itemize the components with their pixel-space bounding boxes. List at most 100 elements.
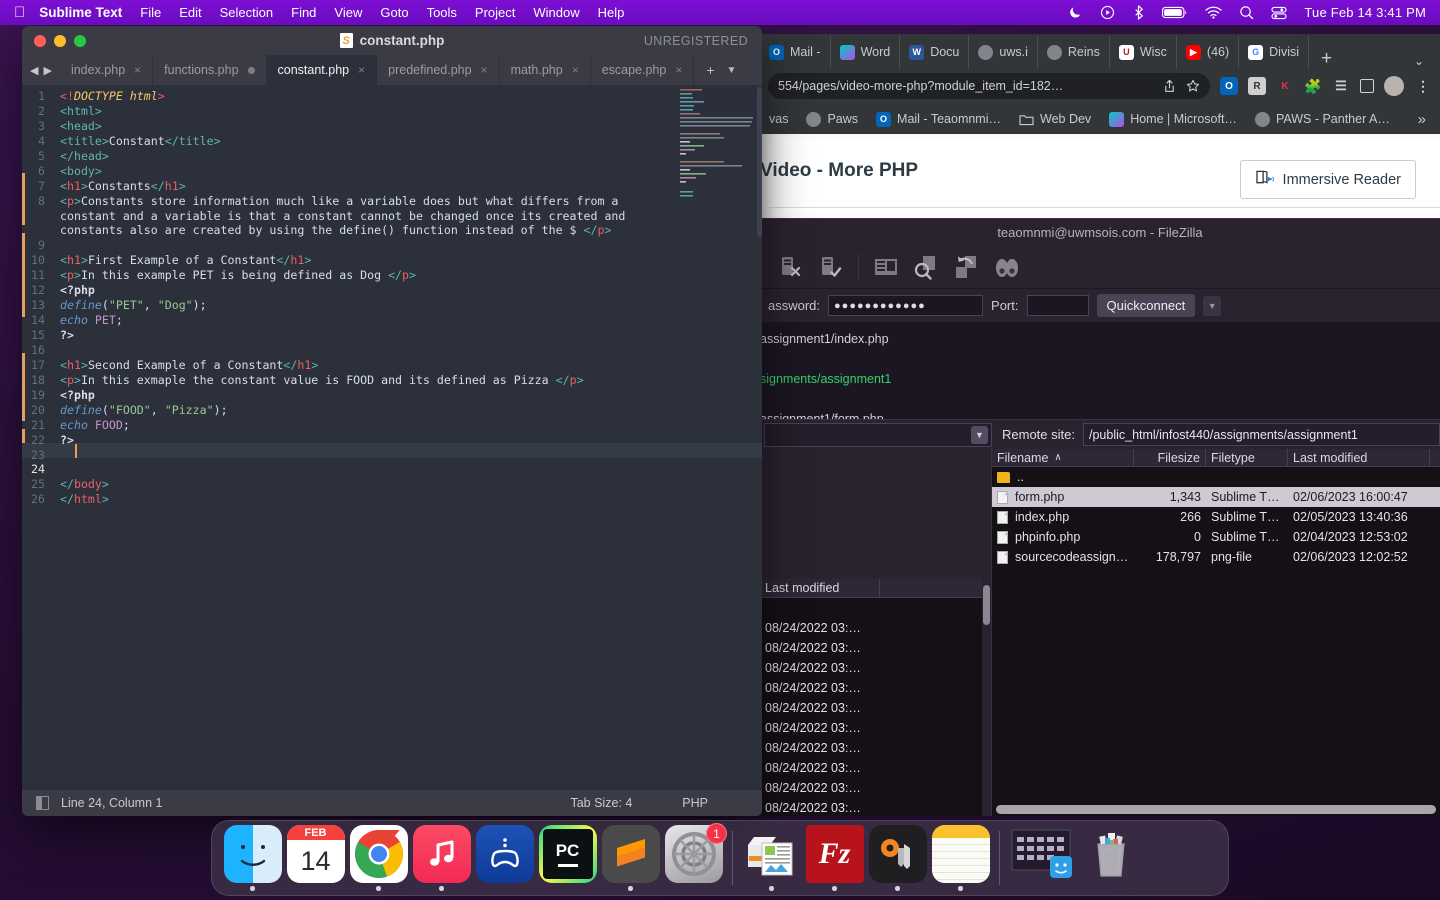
remote-file-list[interactable]: .. form.php 1,343 Sublime T… 02/06/2023 … <box>992 467 1440 802</box>
wifi-icon[interactable] <box>1205 6 1222 19</box>
close-button[interactable] <box>34 34 46 47</box>
list-item[interactable]: 08/24/2022 03:… <box>760 738 991 758</box>
dock-item-calendar[interactable]: FEB 14 <box>284 825 347 891</box>
local-site-path-field[interactable]: ▼ <box>764 422 992 447</box>
three-dot-menu-icon[interactable]: ⋮ <box>1414 77 1432 95</box>
search-icon[interactable] <box>1239 5 1254 20</box>
menu-clock[interactable]: Tue Feb 14 3:41 PM <box>1304 5 1426 20</box>
bookmark-paws-panther[interactable]: PAWS - Panther A… <box>1246 111 1399 127</box>
tab-nav-arrows[interactable]: ◀ ▶ <box>22 55 60 85</box>
site-manager-connect-icon[interactable] <box>818 254 844 280</box>
code-minimap[interactable] <box>677 87 757 247</box>
compare-directories-icon[interactable] <box>993 254 1019 280</box>
dock-item-keychain-access[interactable] <box>866 825 929 891</box>
tab-size-label[interactable]: Tab Size: 4 <box>570 796 632 810</box>
browser-tab-document[interactable]: W Docu <box>900 36 970 68</box>
browser-tab-division[interactable]: G Divisi <box>1239 36 1310 68</box>
dock-item-preview[interactable] <box>740 825 803 891</box>
battery-icon[interactable] <box>1162 6 1188 19</box>
chevron-down-icon[interactable]: ▼ <box>971 425 988 444</box>
editor-tab-math-php[interactable]: math.php × <box>500 55 591 85</box>
dock-item-finder[interactable] <box>221 825 284 891</box>
dock-item-sublime-text[interactable] <box>599 825 662 891</box>
table-row[interactable]: form.php 1,343 Sublime T… 02/06/2023 16:… <box>992 487 1440 507</box>
column-header-filetype[interactable]: Filetype <box>1206 449 1288 466</box>
refresh-icon[interactable] <box>953 254 979 280</box>
dock-item-trash[interactable] <box>1079 825 1142 891</box>
bookmark-folder-webdev[interactable]: Web Dev <box>1010 112 1100 127</box>
menu-item-selection[interactable]: Selection <box>220 5 273 20</box>
list-item[interactable]: 08/24/2022 03:… <box>760 718 991 738</box>
dock-item-chrome[interactable] <box>347 825 410 891</box>
bookmark-mail[interactable]: O Mail - Teaomnmi… <box>867 111 1010 127</box>
bookmark-home-microsoft[interactable]: Home | Microsoft… <box>1100 111 1246 127</box>
grammarly-extension-icon[interactable]: R <box>1248 77 1266 95</box>
sidebar-toggle-icon[interactable] <box>36 796 49 810</box>
dock-item-notes[interactable] <box>929 825 992 891</box>
password-field[interactable]: ●●●●●●●●●●●● <box>828 295 984 316</box>
new-tab-button[interactable]: + <box>1309 49 1344 68</box>
apple-menu-icon[interactable]:  <box>14 5 25 20</box>
close-icon[interactable]: × <box>358 63 365 77</box>
process-queue-icon[interactable] <box>913 254 939 280</box>
side-panel-icon[interactable] <box>1360 79 1374 93</box>
column-header-last-modified[interactable]: Last modified <box>1288 449 1430 466</box>
tab-search-chevron-down-icon[interactable]: ⌄ <box>1398 54 1440 68</box>
menu-item-goto[interactable]: Goto <box>380 5 408 20</box>
table-row[interactable]: .. <box>992 467 1440 487</box>
browser-tab-wisconsin[interactable]: U Wisc <box>1110 36 1177 68</box>
dock-item-filezilla[interactable]: Fz <box>803 825 866 891</box>
quickconnect-chevron-down-icon[interactable]: ▼ <box>1203 295 1222 316</box>
column-header-last-modified[interactable]: Last modified <box>760 579 880 597</box>
minimize-button[interactable] <box>54 34 66 47</box>
editor-tab-functions-php[interactable]: functions.php <box>153 55 267 85</box>
menu-app-name[interactable]: Sublime Text <box>39 5 122 20</box>
column-header-filename[interactable]: Filename ∧ <box>992 449 1134 466</box>
table-row[interactable]: phpinfo.php 0 Sublime T… 02/04/2023 12:5… <box>992 527 1440 547</box>
menu-item-project[interactable]: Project <box>475 5 515 20</box>
editor-scrollbar[interactable] <box>757 87 762 237</box>
dock-item-pycharm[interactable]: PC <box>536 825 599 891</box>
control-center-icon[interactable] <box>1271 6 1287 20</box>
dock-item-system-settings[interactable]: 1 <box>662 823 727 891</box>
moon-icon[interactable] <box>1068 5 1083 20</box>
list-item[interactable]: 08/24/2022 03:… <box>760 658 991 678</box>
dock-item-game-controller[interactable] <box>473 825 536 891</box>
bookmark-paws[interactable]: Paws <box>797 111 867 127</box>
code-editor[interactable]: 1 <!DOCTYPE html> 2 <html> 3 <head> 4 <title… <box>22 85 762 790</box>
local-pane-scrollbar[interactable] <box>982 449 991 816</box>
control-center-play-icon[interactable] <box>1100 5 1115 20</box>
local-file-list[interactable]: 08/24/2022 03:… 08/24/2022 03:… 08/24/20… <box>760 598 991 816</box>
unsaved-dot-icon[interactable] <box>247 66 255 74</box>
close-icon[interactable]: × <box>134 63 141 77</box>
column-header-empty[interactable] <box>880 579 990 597</box>
remote-pane-horizontal-scrollbar[interactable] <box>992 802 1440 816</box>
dock-item-music[interactable] <box>410 825 473 891</box>
list-item[interactable]: 08/24/2022 03:… <box>760 698 991 718</box>
immersive-reader-button[interactable]: Immersive Reader <box>1239 160 1416 199</box>
site-manager-disconnect-icon[interactable] <box>778 254 804 280</box>
outlook-extension-icon[interactable]: O <box>1220 77 1238 95</box>
menu-item-edit[interactable]: Edit <box>179 5 201 20</box>
toggle-message-log-icon[interactable] <box>873 254 899 280</box>
dock-item-downloads-stack[interactable] <box>1007 825 1079 891</box>
bluetooth-icon[interactable] <box>1132 5 1145 20</box>
menu-item-help[interactable]: Help <box>598 5 625 20</box>
browser-tab-word-online[interactable]: Word <box>831 36 901 68</box>
list-item[interactable]: 08/24/2022 03:… <box>760 758 991 778</box>
editor-tab-index-php[interactable]: index.php × <box>60 55 154 85</box>
close-icon[interactable]: × <box>481 63 488 77</box>
port-field[interactable] <box>1026 295 1089 316</box>
bookmarks-overflow-button[interactable]: » <box>1409 111 1440 128</box>
tab-next-icon[interactable]: ▶ <box>43 64 51 77</box>
quickconnect-button[interactable]: Quickconnect <box>1096 294 1196 317</box>
menu-item-view[interactable]: View <box>334 5 362 20</box>
close-icon[interactable]: × <box>572 63 579 77</box>
list-item[interactable]: 08/24/2022 03:… <box>760 798 991 816</box>
list-item[interactable]: 08/24/2022 03:… <box>760 778 991 798</box>
menu-item-tools[interactable]: Tools <box>427 5 457 20</box>
close-icon[interactable]: × <box>675 63 682 77</box>
list-item[interactable]: 08/24/2022 03:… <box>760 638 991 658</box>
menu-item-find[interactable]: Find <box>291 5 316 20</box>
table-row[interactable]: index.php 266 Sublime T… 02/05/2023 13:4… <box>992 507 1440 527</box>
